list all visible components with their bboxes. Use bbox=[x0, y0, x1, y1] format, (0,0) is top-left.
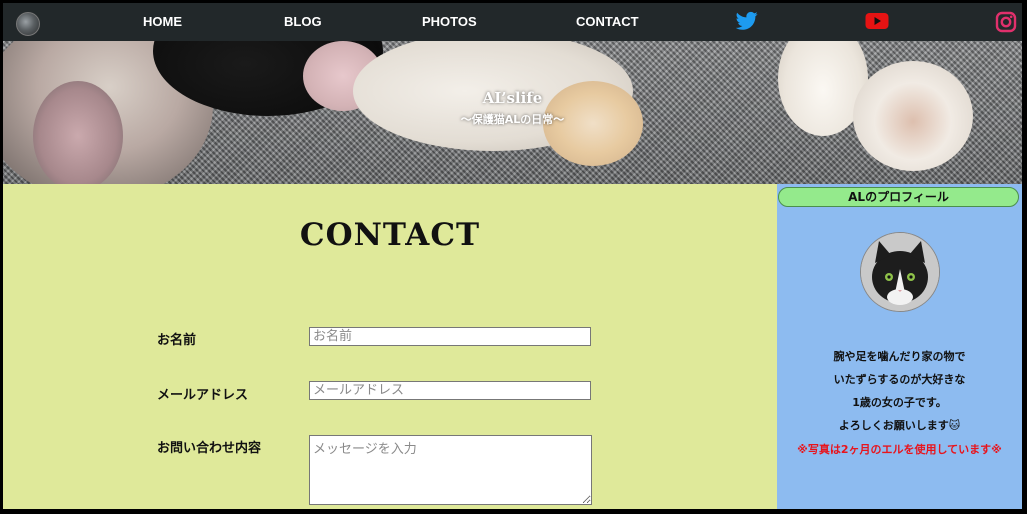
nav-photos[interactable]: PHOTOS bbox=[422, 14, 477, 29]
instagram-icon[interactable] bbox=[995, 11, 1017, 37]
message-label: お問い合わせ内容 bbox=[157, 441, 262, 456]
profile-line-with-icon: よろしくお願いします🐱 bbox=[777, 417, 1022, 433]
nav-home[interactable]: HOME bbox=[143, 14, 182, 29]
page-frame: HOME BLOG PHOTOS CONTACT AL’slife ～保護猫AL… bbox=[3, 3, 1022, 509]
hero-subtitle: ～保護猫ALの日常～ bbox=[460, 113, 565, 126]
profile-line: よろしくお願いします bbox=[838, 419, 949, 432]
profile-note: ※写真は2ヶ月のエルを使用しています※ bbox=[797, 443, 1002, 456]
profile-line: 1歳の女の子です。 bbox=[852, 396, 947, 409]
nav-blog[interactable]: BLOG bbox=[284, 14, 322, 29]
email-label: メールアドレス bbox=[157, 388, 249, 403]
profile-title: ALのプロフィール bbox=[778, 187, 1019, 207]
message-textarea[interactable] bbox=[309, 435, 592, 505]
profile-line: 腕や足を噛んだり家の物で bbox=[833, 350, 966, 363]
profile-sidebar: ALのプロフィール 腕や足を噛んだり家の物で いたずらするのが大好きな 1歳の女… bbox=[777, 184, 1022, 509]
contact-heading: CONTACT bbox=[299, 217, 481, 253]
twitter-icon[interactable] bbox=[735, 11, 758, 35]
hero-title: AL’slife bbox=[482, 89, 543, 107]
profile-line: いたずらするのが大好きな bbox=[833, 373, 966, 386]
name-input[interactable] bbox=[309, 327, 591, 346]
contact-section: CONTACT お名前 メールアドレス お問い合わせ内容 bbox=[3, 184, 777, 509]
site-logo-icon[interactable] bbox=[16, 12, 40, 36]
email-input[interactable] bbox=[309, 381, 591, 400]
profile-avatar bbox=[860, 232, 940, 312]
youtube-icon[interactable] bbox=[865, 11, 889, 35]
name-label: お名前 bbox=[157, 333, 197, 348]
top-nav: HOME BLOG PHOTOS CONTACT bbox=[3, 3, 1022, 41]
cat-face-icon: 🐱 bbox=[948, 419, 961, 432]
nav-contact[interactable]: CONTACT bbox=[576, 14, 639, 29]
hero-banner: AL’slife ～保護猫ALの日常～ bbox=[3, 41, 1022, 184]
